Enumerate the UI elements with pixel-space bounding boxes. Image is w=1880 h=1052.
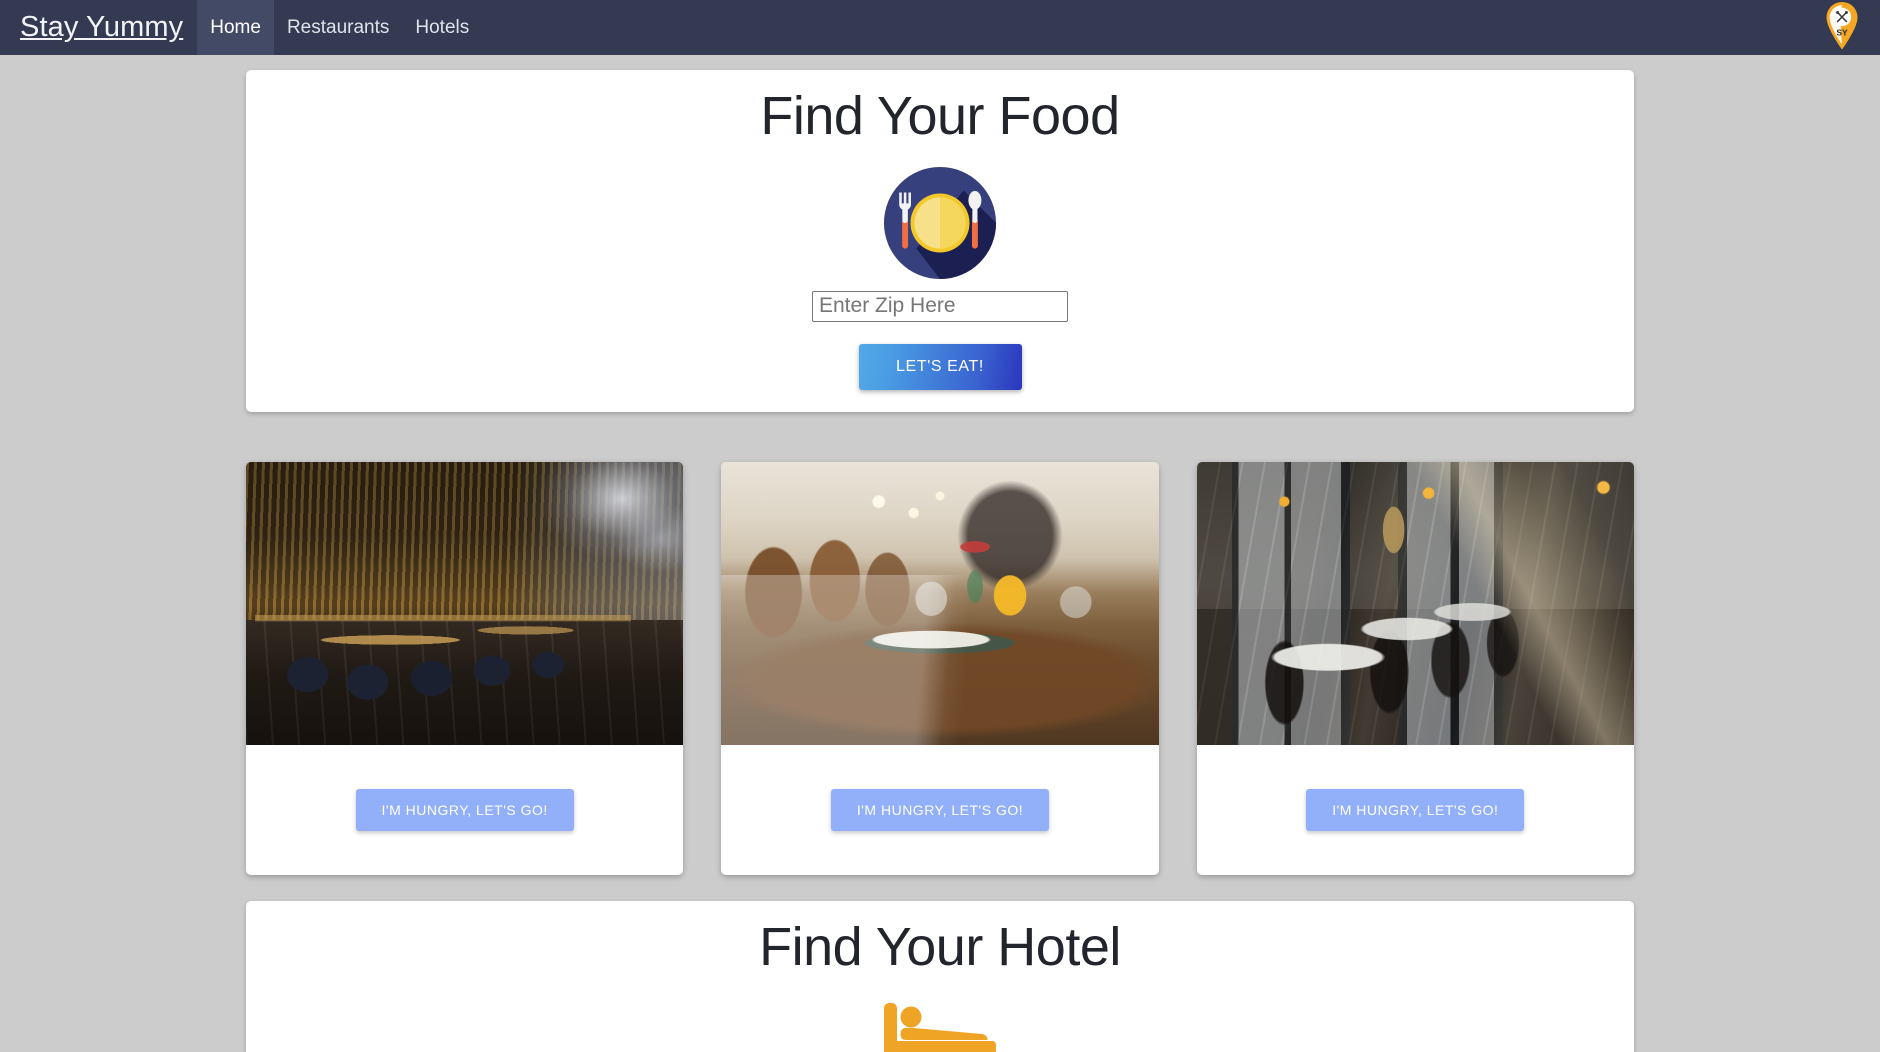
restaurant-card-image-3 xyxy=(1196,461,1634,745)
restaurant-photo-bistro-windows xyxy=(1196,461,1634,745)
nav-links: Home Restaurants Hotels xyxy=(197,0,482,55)
restaurant-card: I'M HUNGRY, LET'S GO! xyxy=(1196,461,1634,875)
restaurant-card-body: I'M HUNGRY, LET'S GO! xyxy=(246,745,683,875)
page-title-hotel: Find Your Hotel xyxy=(759,916,1121,977)
zip-input[interactable] xyxy=(812,290,1068,322)
plate-fork-spoon-icon xyxy=(266,164,1614,287)
find-your-food-panel: Find Your Food Enter Zip Here LET'S EAT! xyxy=(246,70,1634,412)
restaurant-card-image-2 xyxy=(721,461,1159,745)
svg-text:SY: SY xyxy=(1836,28,1848,38)
top-navbar: Stay Yummy Home Restaurants Hotels SY xyxy=(0,0,1880,55)
map-pin-fork-knife-icon[interactable]: SY xyxy=(1825,1,1859,51)
restaurant-card: I'M HUNGRY, LET'S GO! xyxy=(721,461,1159,875)
restaurant-card-row: I'M HUNGRY, LET'S GO! I'M HUNGRY, LET'S … xyxy=(246,461,1634,875)
restaurant-photo-modern-dark xyxy=(246,461,684,745)
brand-logo-text[interactable]: Stay Yummy xyxy=(10,0,197,55)
restaurant-card-image-1 xyxy=(246,461,684,745)
page-title-food: Find Your Food xyxy=(760,86,1120,146)
restaurant-card-body: I'M HUNGRY, LET'S GO! xyxy=(721,745,1158,875)
lets-eat-button[interactable]: LET'S EAT! xyxy=(858,343,1022,390)
im-hungry-button-2[interactable]: I'M HUNGRY, LET'S GO! xyxy=(830,788,1050,831)
restaurant-photo-bright-cafe xyxy=(721,461,1159,745)
im-hungry-button-3[interactable]: I'M HUNGRY, LET'S GO! xyxy=(1306,788,1525,831)
restaurant-card-body: I'M HUNGRY, LET'S GO! xyxy=(1197,745,1634,875)
bed-icon xyxy=(266,1001,1614,1052)
nav-link-home[interactable]: Home xyxy=(197,0,274,55)
restaurant-card: I'M HUNGRY, LET'S GO! xyxy=(246,461,684,875)
find-your-hotel-panel: Find Your Hotel xyxy=(246,900,1634,1052)
nav-link-hotels[interactable]: Hotels xyxy=(402,0,482,55)
nav-link-restaurants[interactable]: Restaurants xyxy=(274,0,402,55)
im-hungry-button-1[interactable]: I'M HUNGRY, LET'S GO! xyxy=(355,788,574,831)
page-content: Find Your Food Enter Zip Here LET'S EAT!… xyxy=(246,55,1634,1052)
